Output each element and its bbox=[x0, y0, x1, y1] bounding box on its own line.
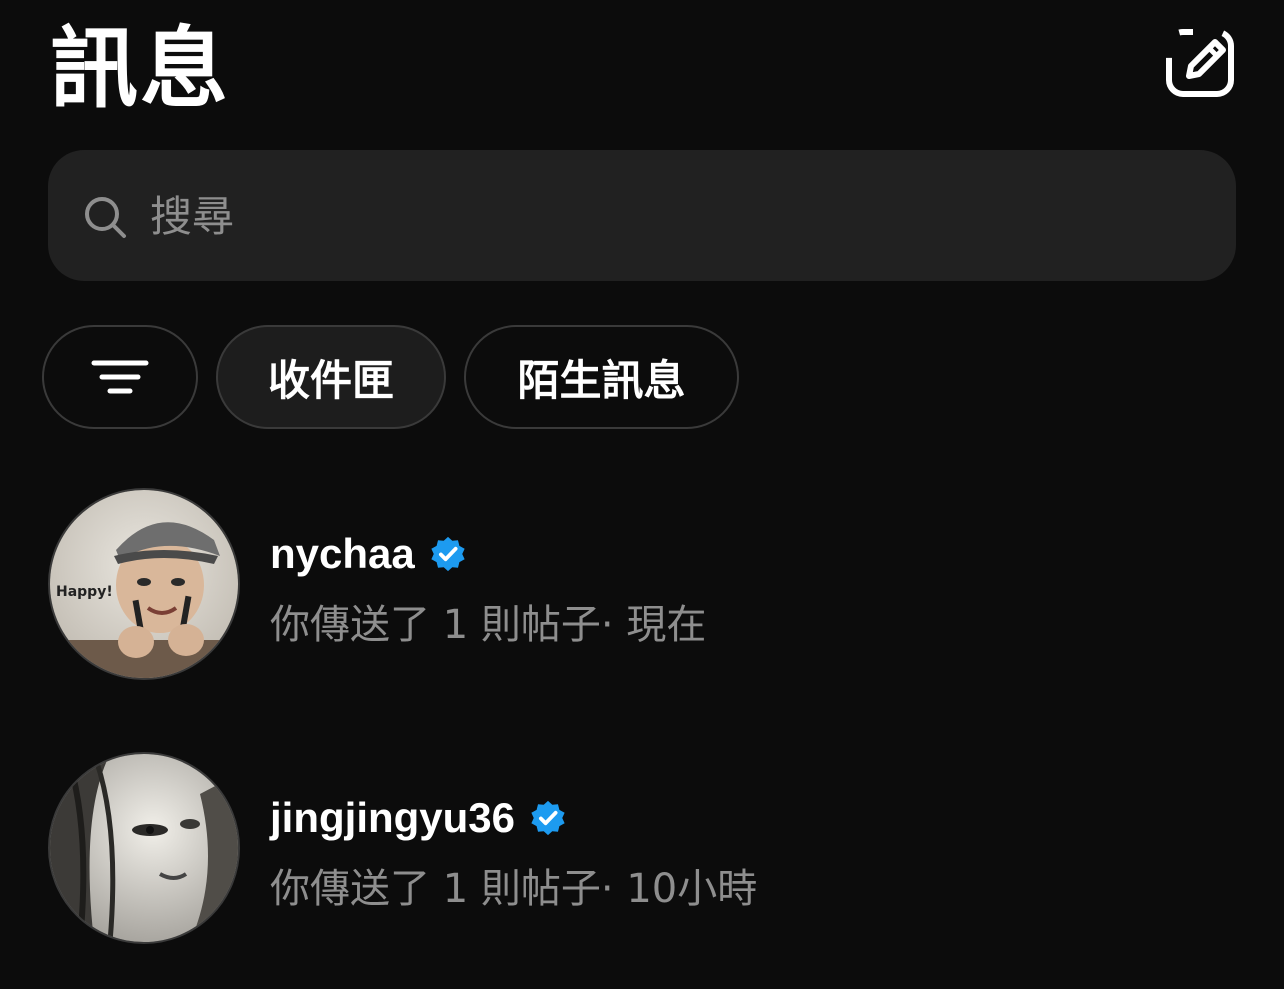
conversation-row[interactable]: jingjingyu36 你傳送了 1 則帖子· 10小時 bbox=[0, 752, 1284, 952]
tab-message-requests[interactable]: 陌生訊息 bbox=[464, 325, 739, 429]
avatar-photo bbox=[50, 754, 238, 942]
verified-badge-icon bbox=[431, 536, 465, 572]
last-message-text: 你傳送了 1 則帖子 bbox=[270, 602, 601, 648]
verified-badge-icon bbox=[531, 800, 565, 836]
separator-dot: · bbox=[600, 866, 627, 912]
message-time: 10小時 bbox=[626, 866, 758, 912]
conversation-row[interactable]: Happy! nychaa 你傳送了 1 則帖子· 現在 bbox=[0, 488, 1284, 688]
username: jingjingyu36 bbox=[270, 794, 516, 841]
page-title: 訊息 bbox=[50, 17, 231, 120]
tab-message-requests-label: 陌生訊息 bbox=[517, 355, 686, 405]
last-message-preview: 你傳送了 1 則帖子· 10小時 bbox=[270, 856, 757, 914]
message-time: 現在 bbox=[626, 602, 707, 648]
username: nychaa bbox=[270, 530, 415, 577]
tab-inbox-label: 收件匣 bbox=[267, 355, 394, 405]
username-line: jingjingyu36 bbox=[270, 794, 567, 842]
tab-inbox[interactable]: 收件匣 bbox=[216, 325, 446, 429]
last-message-preview: 你傳送了 1 則帖子· 現在 bbox=[270, 592, 706, 650]
search-icon bbox=[85, 197, 126, 238]
compose-message-button[interactable] bbox=[1163, 26, 1237, 100]
avatar: Happy! bbox=[48, 488, 240, 680]
avatar-caption: Happy! bbox=[56, 584, 113, 600]
avatar-photo: Happy! bbox=[50, 490, 238, 678]
last-message-text: 你傳送了 1 則帖子 bbox=[270, 866, 601, 912]
avatar bbox=[48, 752, 240, 944]
edit-square-icon bbox=[1166, 29, 1234, 97]
separator-dot: · bbox=[600, 602, 627, 648]
search-input[interactable] bbox=[150, 175, 1210, 257]
filter-button[interactable] bbox=[42, 325, 198, 429]
filter-lines-icon bbox=[91, 360, 149, 394]
username-line: nychaa bbox=[270, 530, 467, 578]
messages-page: 訊息 收件匣 陌生訊息 bbox=[0, 0, 1284, 989]
